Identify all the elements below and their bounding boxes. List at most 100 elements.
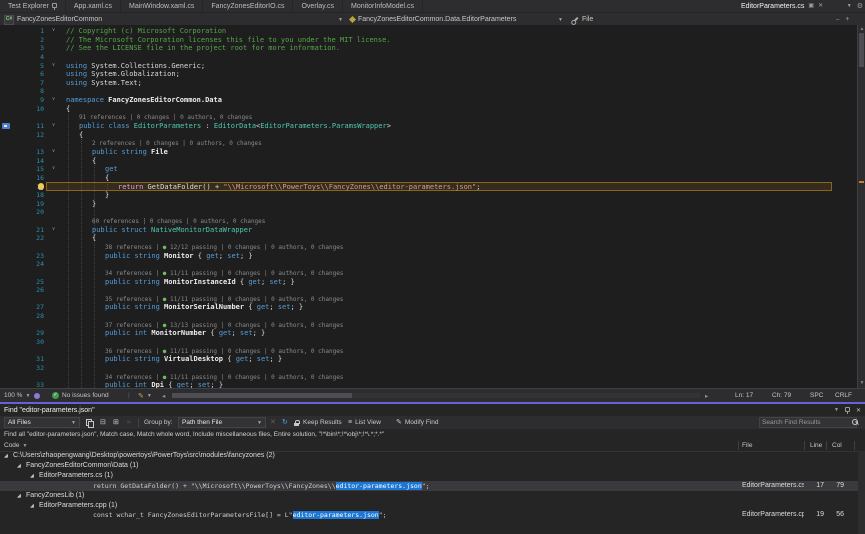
expander-icon[interactable]: ◢: [30, 502, 34, 510]
fold-chevron-icon[interactable]: ∨: [52, 61, 55, 70]
code-line: 30: [0, 338, 850, 347]
editor-vertical-scrollbar[interactable]: ▲ ▼: [857, 25, 865, 388]
scope-combo[interactable]: All Files▼: [4, 416, 80, 429]
line-number: 20: [14, 208, 44, 217]
close-tab-icon[interactable]: ✕: [818, 3, 823, 9]
window-position-icon[interactable]: ▼: [834, 407, 839, 413]
match-preview: return GetDataFolder() + "\\Microsoft\\P…: [93, 481, 430, 491]
horizontal-scrollbar[interactable]: [172, 393, 700, 398]
group-by-combo[interactable]: Path then File▼: [178, 416, 266, 429]
copy-icon[interactable]: [86, 416, 93, 429]
col-column-header[interactable]: Col: [832, 442, 842, 449]
ink-annotations-dropdown[interactable]: ✎▼: [138, 389, 152, 402]
find-results-title: Find "editor-parameters.json": [4, 407, 95, 414]
class-icon: [349, 16, 356, 23]
tab-test-explorer[interactable]: Test Explorer: [0, 0, 66, 12]
fold-chevron-icon[interactable]: ∨: [52, 147, 55, 156]
fold-chevron-icon[interactable]: ∨: [52, 225, 55, 234]
group-label: FancyZonesLib (1): [26, 491, 84, 501]
codelens-row[interactable]: 2 references | 0 changes | 0 authors, 0 …: [0, 139, 850, 148]
code-editor[interactable]: 1∨// Copyright (c) Microsoft Corporation…: [0, 25, 857, 388]
fold-chevron-icon[interactable]: ∨: [52, 164, 55, 173]
modify-find-button[interactable]: ✎ Modify Find: [396, 416, 438, 429]
codelens-row[interactable]: 35 references | ● 11/11 passing | 0 chan…: [0, 295, 850, 304]
find-results-title-bar[interactable]: Find "editor-parameters.json" ▼ ✕: [0, 404, 865, 416]
tab-fancyzoneseditorio-cs[interactable]: FancyZonesEditorIO.cs: [203, 0, 293, 12]
result-match-row[interactable]: return GetDataFolder() + "\\Microsoft\\P…: [0, 481, 858, 491]
check-icon: ✓: [52, 392, 59, 399]
codelens-row[interactable]: 36 references | ● 11/11 passing | 0 chan…: [0, 347, 850, 356]
fold-chevron-icon[interactable]: ∨: [52, 121, 55, 130]
list-view-button[interactable]: ≡ List View: [348, 416, 381, 429]
group-by-label: Group by:: [144, 416, 173, 429]
line-number: 12: [14, 131, 44, 140]
line-number: 29: [14, 329, 44, 338]
line-indicator[interactable]: Ln: 17: [735, 389, 753, 402]
tab-editorparameters[interactable]: EditorParameters.cs ▣ ✕: [735, 0, 829, 12]
pin-icon[interactable]: [52, 3, 57, 10]
pin-icon[interactable]: [845, 407, 850, 414]
toolbar-separator: [138, 416, 139, 429]
codelens-badge-icon[interactable]: [2, 123, 10, 129]
column-indicator[interactable]: Ch: 79: [772, 389, 791, 402]
health-indicator-icon[interactable]: [34, 389, 40, 402]
result-group-row[interactable]: ◢C:\Users\zhaopengwang\Desktop\powertoys…: [0, 451, 858, 461]
codelens-row[interactable]: 91 references | 0 changes | 0 authors, 0…: [0, 113, 850, 122]
expander-icon[interactable]: ◢: [4, 452, 8, 460]
spaces-indicator[interactable]: SPC: [810, 389, 823, 402]
result-group-row[interactable]: ◢FancyZonesEditorCommon\Data (1): [0, 461, 858, 471]
fold-chevron-icon[interactable]: ∨: [52, 95, 55, 104]
codelens-row[interactable]: 60 references | 0 changes | 0 authors, 0…: [0, 217, 850, 226]
result-group-row[interactable]: ◢EditorParameters.cs (1): [0, 471, 858, 481]
tab-monitorinfomodel-cs[interactable]: MonitorInfoModel.cs: [343, 0, 423, 12]
eol-indicator[interactable]: CRLF: [835, 389, 852, 402]
keep-results-button[interactable]: Keep Results: [294, 416, 342, 429]
result-match-row[interactable]: const wchar_t FancyZonesEditorParameters…: [0, 510, 858, 520]
zoom-dropdown[interactable]: 100 % ▼: [4, 389, 30, 402]
expand-all-icon[interactable]: ⊞: [113, 416, 119, 429]
window-options-gear-icon[interactable]: ⚙: [857, 2, 863, 10]
filter-icon[interactable]: ≈: [127, 416, 131, 429]
line-number: 28: [14, 312, 44, 321]
results-scrollbar[interactable]: [858, 451, 865, 534]
tab-label: FancyZonesEditorIO.cs: [211, 3, 284, 10]
expander-icon[interactable]: ◢: [30, 472, 34, 480]
codelens-row[interactable]: 37 references | ● 13/13 passing | 0 chan…: [0, 321, 850, 330]
codelens-row[interactable]: 34 references | ● 11/11 passing | 0 chan…: [0, 373, 850, 382]
tab-label: App.xaml.cs: [74, 3, 112, 10]
cancel-search-icon[interactable]: ✕: [270, 416, 276, 429]
tab-overlay-cs[interactable]: Overlay.cs: [293, 0, 343, 12]
scroll-up-icon[interactable]: ▲: [859, 26, 865, 32]
active-tab-label: EditorParameters.cs: [741, 3, 804, 10]
member-name: File: [582, 16, 593, 23]
scroll-down-icon[interactable]: ▼: [859, 380, 865, 386]
pencil-icon: ✎: [396, 418, 402, 428]
expander-icon[interactable]: ◢: [17, 462, 21, 470]
code-line: 10{: [0, 105, 850, 114]
collapse-all-icon[interactable]: ⊟: [100, 416, 106, 429]
keep-open-icon[interactable]: ▣: [808, 3, 814, 9]
fold-chevron-icon[interactable]: ∨: [52, 26, 55, 35]
file-column-header[interactable]: File: [742, 442, 752, 449]
code-line: 8: [0, 87, 850, 96]
result-group-row[interactable]: ◢EditorParameters.cpp (1): [0, 501, 858, 511]
hscrollbar-thumb[interactable]: [172, 393, 352, 398]
tab-app-xaml-cs[interactable]: App.xaml.cs: [66, 0, 121, 12]
hscroll-left-icon[interactable]: ◂: [162, 389, 165, 402]
line-column-header[interactable]: Line: [810, 442, 822, 449]
close-panel-icon[interactable]: ✕: [856, 407, 861, 414]
tab-mainwindow-xaml-cs[interactable]: MainWindow.xaml.cs: [121, 0, 203, 12]
scrollbar-thumb[interactable]: [859, 33, 864, 67]
result-group-row[interactable]: ◢ FancyZonesLib (1): [0, 491, 858, 501]
issues-status[interactable]: ✓ No issues found: [52, 389, 109, 402]
code-line: 27public string MonitorSerialNumber { ge…: [0, 303, 850, 312]
search-find-results-input[interactable]: [760, 419, 852, 426]
expander-icon[interactable]: ◢: [17, 492, 21, 500]
hscroll-right-icon[interactable]: ▸: [705, 389, 708, 402]
code-column-header[interactable]: Code▼: [4, 442, 28, 449]
lightbulb-icon[interactable]: [38, 183, 44, 189]
search-find-results-box[interactable]: ▼: [759, 417, 857, 428]
codelens-row[interactable]: 34 references | ● 11/11 passing | 0 chan…: [0, 269, 850, 278]
tab-list-dropdown-icon[interactable]: ▼: [847, 3, 852, 9]
refresh-icon[interactable]: ↻: [282, 416, 288, 429]
